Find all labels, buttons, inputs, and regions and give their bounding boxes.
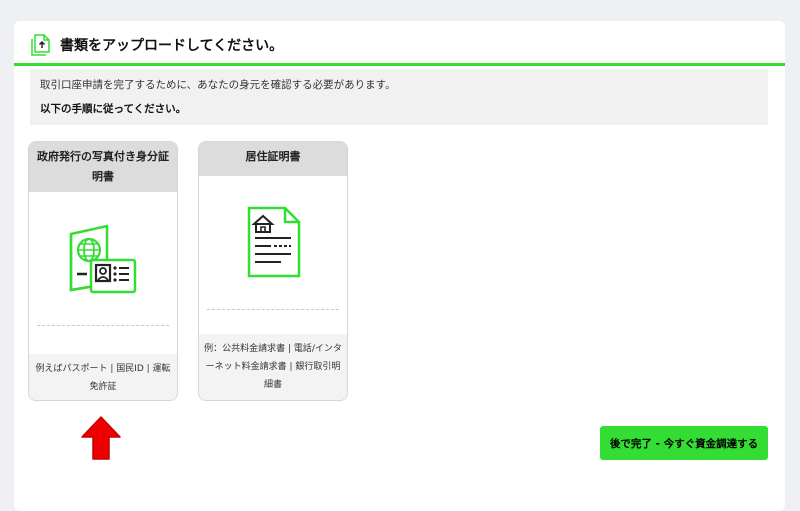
notice-instruction: 以下の手順に従ってください。 — [40, 103, 187, 115]
notice-text: 取引口座申請を完了するために、あなたの身元を確認する必要があります。 — [40, 79, 396, 91]
doc-card-example: 例：公共料金請求書 | 電話/インターネット料金請求書 | 銀行取引明細書 — [199, 334, 347, 400]
upload-card: 書類をアップロードしてください。 取引口座申請を完了するために、あなたの身元を確… — [14, 21, 785, 511]
doc-card-residence[interactable]: 居住証明書 例：公共料金請求書 | 電話/インターネット料金請求書 | 銀行取引… — [198, 141, 348, 401]
page-title: 書類をアップロードしてください。 — [60, 38, 284, 54]
card-header: 書類をアップロードしてください。 — [14, 21, 785, 66]
doc-card-example: 例えばパスポート | 国民ID | 運転免許証 — [29, 354, 177, 400]
doc-card-divider — [37, 325, 169, 326]
doc-card-title: 居住証明書 — [199, 142, 347, 176]
doc-card-divider — [207, 309, 339, 310]
arrow-up-icon — [80, 415, 122, 461]
upload-file-icon — [30, 33, 52, 57]
complete-later-button[interactable]: 後で完了 - 今すぐ資金調達する — [600, 426, 768, 460]
residence-document-icon — [241, 204, 305, 280]
doc-card-title: 政府発行の写真付き身分証明書 — [29, 142, 177, 192]
passport-id-card-icon — [67, 222, 139, 294]
info-notice: 取引口座申請を完了するために、あなたの身元を確認する必要があります。 以下の手順… — [30, 69, 768, 125]
doc-card-photo-id[interactable]: 政府発行の写真付き身分証明書 例えばパスポート | 国民ID | 運転免許証 — [28, 141, 178, 401]
